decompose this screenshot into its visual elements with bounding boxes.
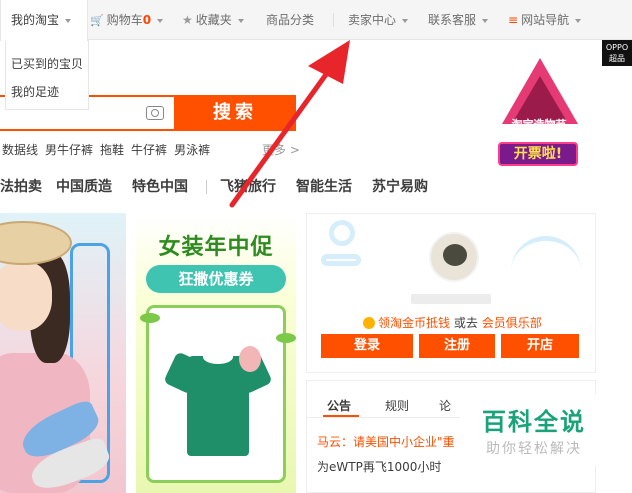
news-item[interactable]: 为eWTP再飞1000小时 bbox=[317, 458, 441, 475]
categories-link[interactable]: 商品分类 bbox=[266, 0, 314, 40]
open-shop-button[interactable]: 开店 bbox=[501, 334, 579, 358]
hot-words-list: 数据线 男牛仔裤 拖鞋 牛仔裤 男泳裤 bbox=[2, 141, 217, 158]
chevron-down-icon bbox=[237, 18, 244, 23]
chevron-down-icon bbox=[482, 18, 489, 23]
cart-count: 0 bbox=[142, 13, 152, 27]
channel-divider bbox=[206, 180, 207, 194]
oppo-sub: 超品 bbox=[609, 54, 625, 63]
footprint-link[interactable]: 我的足迹 bbox=[11, 83, 59, 100]
customer-service-link[interactable]: 联系客服 bbox=[428, 0, 489, 40]
site-nav-link[interactable]: ≡ 网站导航 bbox=[508, 0, 582, 40]
oppo-badge[interactable]: OPPO 超品 bbox=[602, 40, 632, 66]
top-nav-bar: 我的淘宝 🛒 购物车0 ★ 收藏夹 商品分类 卖家中心 联系客服 ≡ 网站导航 bbox=[0, 0, 632, 41]
my-taobao-dropdown: 已买到的宝贝 我的足迹 bbox=[5, 40, 89, 110]
hot-word[interactable]: 男泳裤 bbox=[174, 143, 210, 157]
more-link[interactable]: 更多 > bbox=[262, 141, 300, 158]
favorites-link[interactable]: ★ 收藏夹 bbox=[182, 0, 244, 40]
watermark-subtitle: 助你轻松解决 bbox=[486, 441, 582, 457]
site-nav-label: 网站导航 bbox=[521, 13, 570, 27]
shirt-neckline bbox=[203, 350, 233, 364]
tab-forum[interactable]: 论 bbox=[439, 397, 451, 414]
coin-icon bbox=[363, 317, 375, 329]
banner-coupon-tag: 狂撒优惠券 bbox=[146, 265, 286, 293]
promo-title: 淘宝造物节 bbox=[511, 118, 567, 131]
user-panel: 领淘金币抵钱 或去 会员俱乐部 登录 注册 开店 bbox=[306, 213, 596, 373]
shirt-body bbox=[187, 356, 249, 456]
promo-tag: 开票啦! bbox=[498, 142, 578, 166]
watermark: 百科全说 助你轻松解决 bbox=[460, 394, 608, 466]
model-face bbox=[0, 261, 52, 331]
login-button[interactable]: 登录 bbox=[321, 334, 413, 358]
hot-word[interactable]: 牛仔裤 bbox=[131, 143, 167, 157]
tab-rules[interactable]: 规则 bbox=[385, 397, 409, 414]
leaf-decoration bbox=[276, 333, 296, 343]
shirt-bow bbox=[239, 346, 261, 372]
channel-china-specialty[interactable]: 特色中国 bbox=[132, 176, 188, 196]
chevron-down-icon bbox=[575, 18, 582, 23]
channel-suning[interactable]: 苏宁易购 bbox=[372, 176, 428, 196]
decoration-base bbox=[321, 254, 361, 266]
chevron-down-icon bbox=[402, 18, 409, 23]
seller-center-label: 卖家中心 bbox=[348, 13, 397, 27]
camera-icon[interactable] bbox=[146, 106, 164, 120]
product-frame bbox=[146, 305, 286, 483]
my-taobao-menu[interactable]: 我的淘宝 bbox=[0, 0, 88, 41]
watermark-title: 百科全说 bbox=[482, 408, 586, 436]
customer-service-label: 联系客服 bbox=[428, 13, 477, 27]
news-item[interactable]: 马云：请美国中小企业"重 bbox=[317, 433, 455, 450]
channel-auction[interactable]: 法拍卖 bbox=[0, 176, 42, 196]
banner-title: 女装年中促 bbox=[158, 235, 274, 260]
or-text: 或去 bbox=[453, 316, 478, 330]
tab-announcements[interactable]: 公告 bbox=[327, 397, 351, 414]
cart-icon: 🛒 bbox=[90, 14, 104, 27]
womenswear-sale-banner[interactable]: 女装年中促 狂撒优惠券 bbox=[136, 213, 296, 493]
triangle-inner-icon bbox=[514, 76, 566, 120]
search-button[interactable]: 搜索 bbox=[174, 95, 296, 131]
green-shirt-image bbox=[163, 336, 273, 456]
coin-link[interactable]: 领淘金币抵钱 bbox=[378, 316, 450, 330]
oppo-brand: OPPO bbox=[605, 43, 629, 52]
promo-logo[interactable]: 淘宝造物节 2017 开票啦! bbox=[492, 58, 586, 170]
star-icon: ★ bbox=[182, 13, 193, 27]
my-taobao-label: 我的淘宝 bbox=[11, 13, 60, 27]
channel-china-quality[interactable]: 中国质造 bbox=[56, 176, 112, 196]
avatar[interactable] bbox=[429, 232, 479, 282]
hot-word[interactable]: 数据线 bbox=[2, 143, 38, 157]
register-button[interactable]: 注册 bbox=[419, 334, 495, 358]
chevron-down-icon bbox=[157, 18, 164, 23]
purchased-items-link[interactable]: 已买到的宝贝 bbox=[11, 55, 83, 72]
channel-bar: 法拍卖 中国质造 特色中国 飞猪旅行 智能生活 苏宁易购 bbox=[0, 172, 632, 200]
leaf-decoration bbox=[140, 313, 160, 323]
fashion-banner[interactable] bbox=[0, 213, 126, 493]
coin-row: 领淘金币抵钱 或去 会员俱乐部 bbox=[363, 314, 542, 331]
channel-fliggy[interactable]: 飞猪旅行 bbox=[220, 176, 276, 196]
seller-center-link[interactable]: 卖家中心 bbox=[348, 0, 409, 40]
categories-label: 商品分类 bbox=[266, 13, 315, 27]
decoration-arc bbox=[511, 236, 581, 276]
menu-icon: ≡ bbox=[508, 13, 519, 27]
cart-label: 购物车 bbox=[106, 13, 143, 27]
decoration bbox=[321, 220, 361, 280]
favorites-label: 收藏夹 bbox=[195, 13, 232, 27]
username-blurred bbox=[411, 294, 491, 304]
hot-word[interactable]: 男牛仔裤 bbox=[45, 143, 93, 157]
channel-smart-life[interactable]: 智能生活 bbox=[296, 176, 352, 196]
chevron-down-icon bbox=[65, 18, 72, 23]
promo-year: 2017 bbox=[528, 131, 550, 140]
decoration-circle bbox=[329, 220, 355, 246]
hot-word[interactable]: 拖鞋 bbox=[100, 143, 124, 157]
nav-divider bbox=[333, 13, 334, 27]
cart-link[interactable]: 🛒 购物车0 bbox=[90, 0, 164, 40]
member-club-link[interactable]: 会员俱乐部 bbox=[482, 316, 542, 330]
